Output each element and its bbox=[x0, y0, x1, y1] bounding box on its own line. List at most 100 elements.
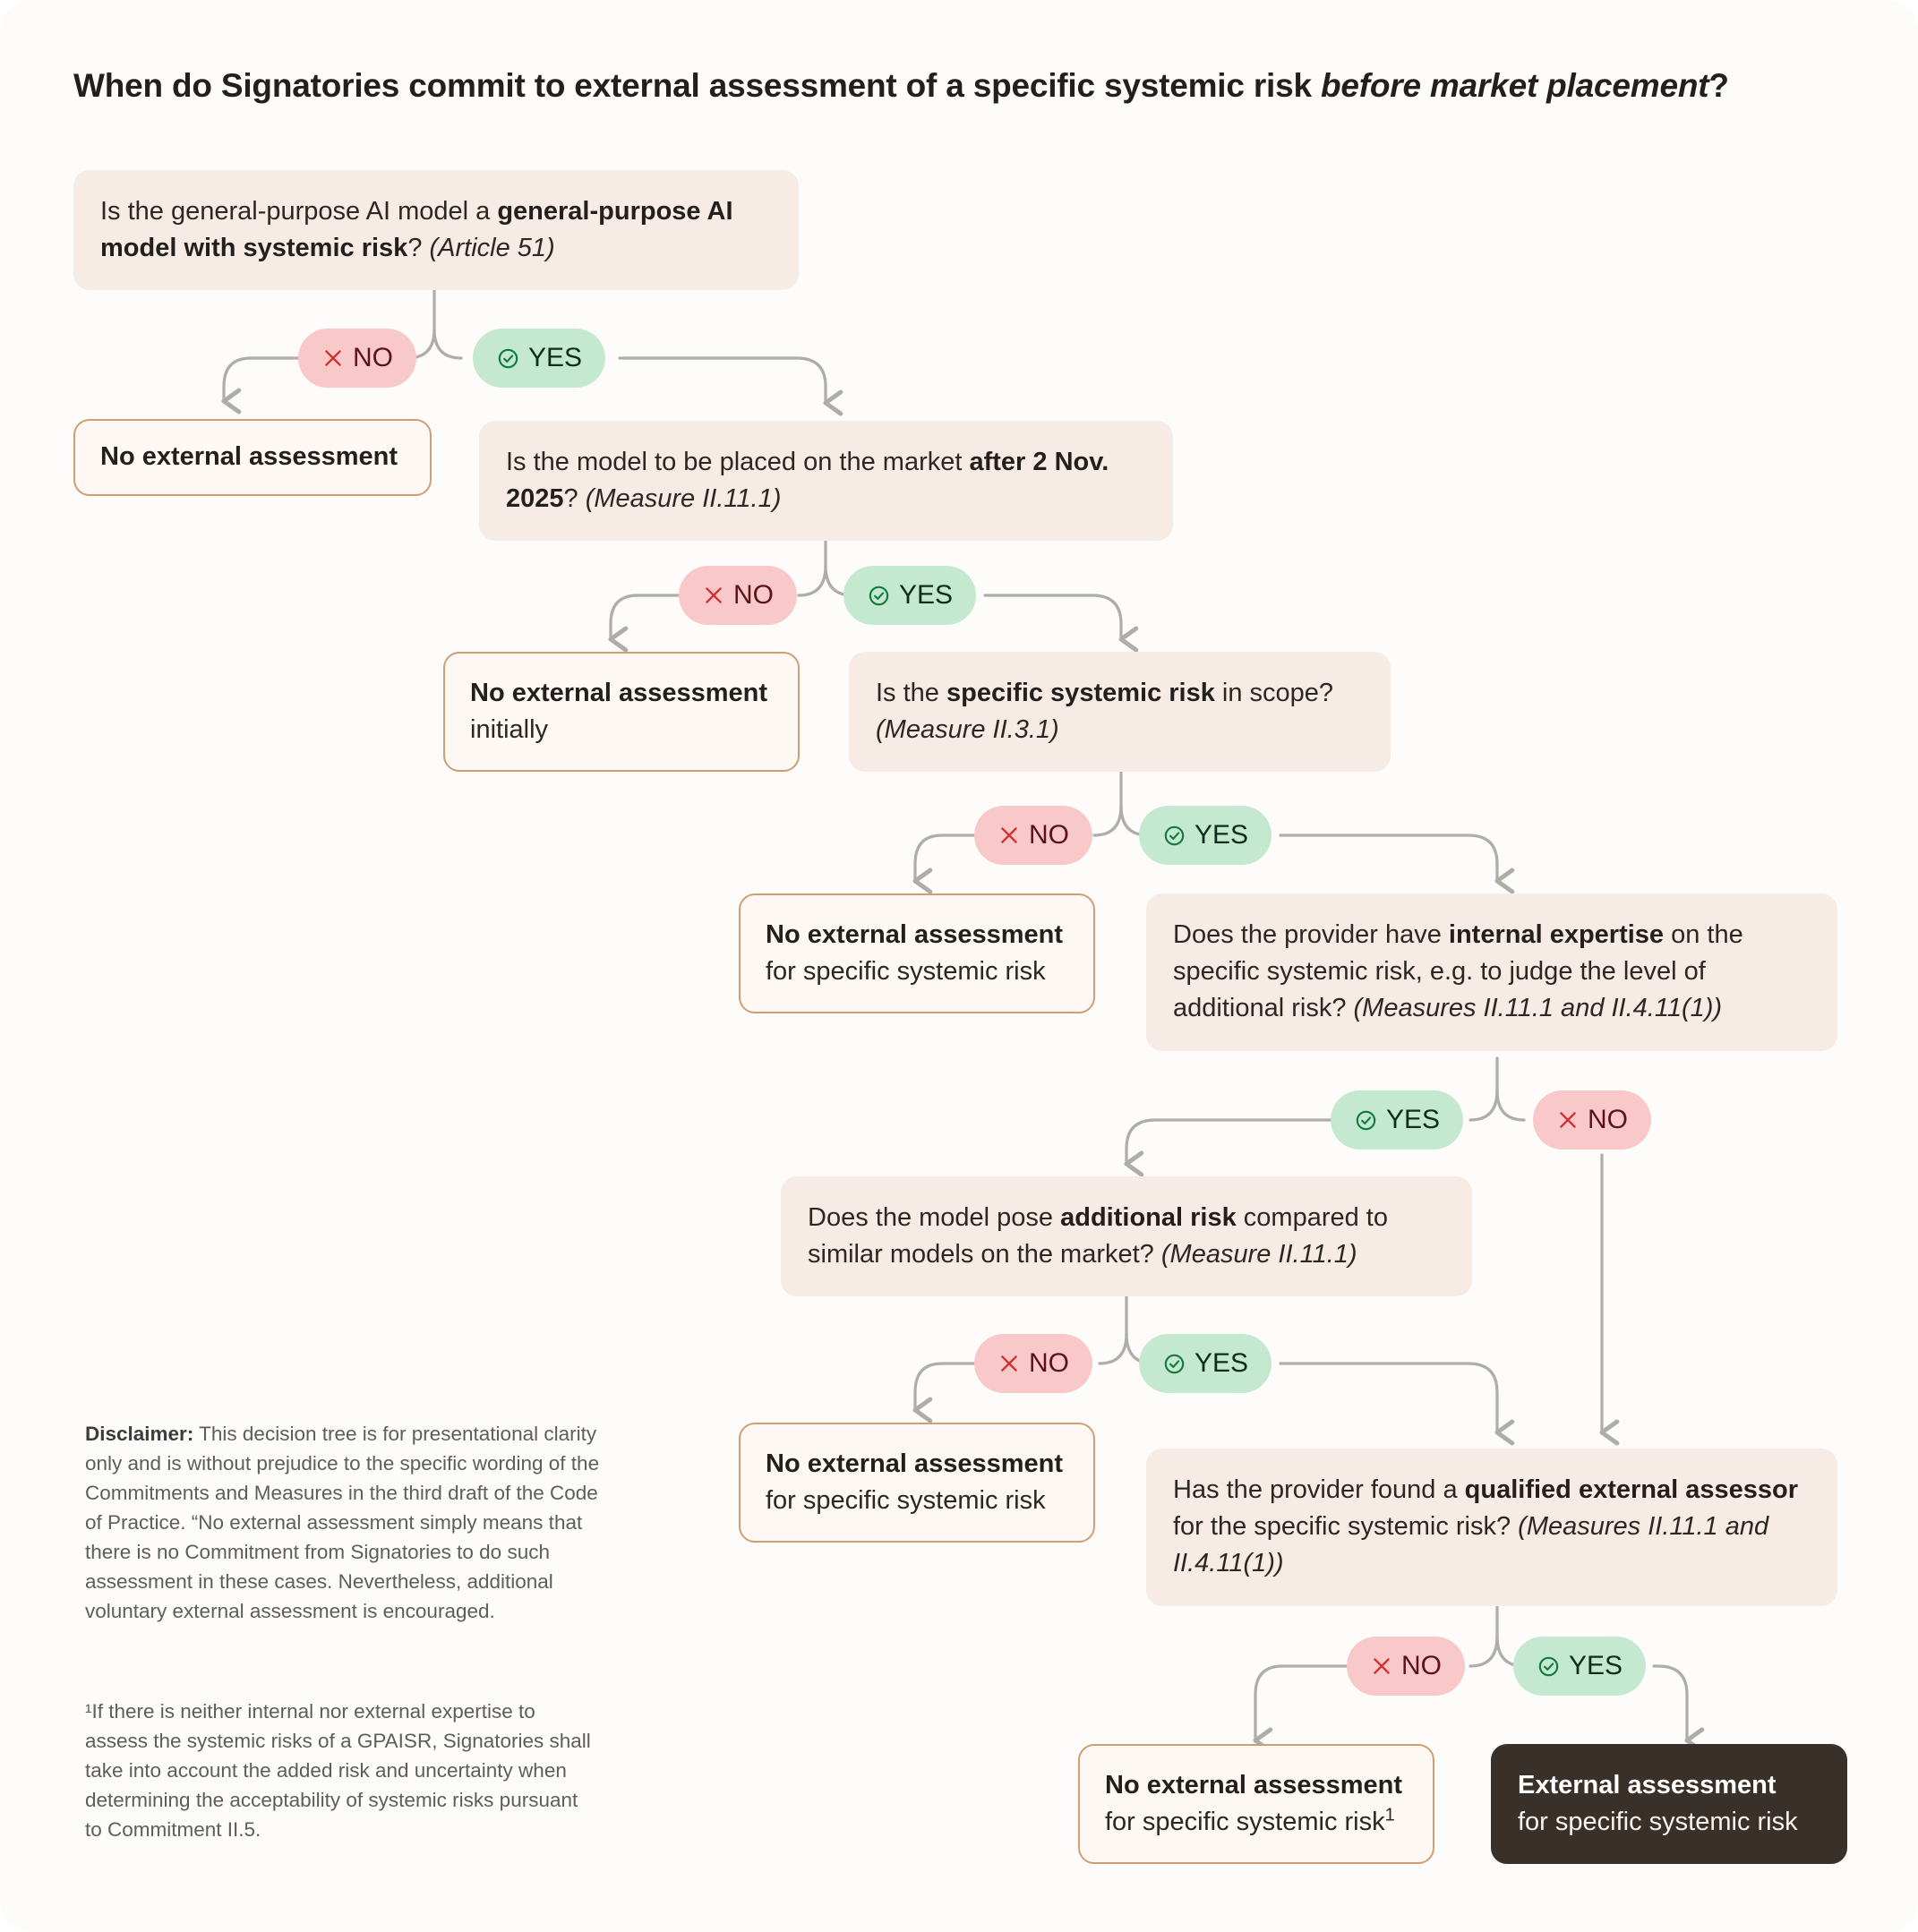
footnote-note: ¹If there is neither internal nor extern… bbox=[85, 1700, 591, 1842]
pill-yes-q1-label: YES bbox=[528, 343, 583, 372]
pill-yes-q2-label: YES bbox=[899, 580, 954, 610]
q2-text-part1: Is the model to be placed on the market bbox=[506, 448, 970, 476]
pill-no-q3-label: NO bbox=[1029, 820, 1069, 850]
q3-text-bold: specific systemic risk bbox=[946, 679, 1215, 707]
pill-no-q2[interactable]: NO bbox=[679, 566, 797, 625]
pill-no-q3[interactable]: NO bbox=[974, 806, 1092, 865]
outcome-box-no-external-assessment-1: No external assessment bbox=[73, 419, 432, 496]
q5-text-bold: additional risk bbox=[1060, 1203, 1237, 1232]
cross-icon bbox=[1374, 1658, 1390, 1674]
pill-yes-q4-label: YES bbox=[1386, 1105, 1441, 1134]
pill-no-q6-label: NO bbox=[1401, 1651, 1442, 1680]
q6-text-bold: qualified external assessor bbox=[1464, 1475, 1798, 1504]
pill-no-q1[interactable]: NO bbox=[298, 329, 416, 388]
link-no1-to-o1 bbox=[224, 356, 300, 401]
link-yes2-to-q3 bbox=[983, 594, 1121, 639]
q5-text-part1: Does the model pose bbox=[808, 1203, 1061, 1232]
q2-reference: (Measure II.11.1) bbox=[585, 484, 782, 514]
question-box-internal-expertise: Does the provider have internal expertis… bbox=[1146, 893, 1837, 1051]
q4-text-bold: internal expertise bbox=[1448, 920, 1665, 949]
q1-reference: (Article 51) bbox=[429, 234, 555, 263]
outcome-box-no-external-assessment-specific-risk-1: No external assessment for specific syst… bbox=[739, 893, 1095, 1014]
o4-headline: No external assessment bbox=[766, 1449, 1064, 1478]
o3-headline: No external assessment bbox=[766, 920, 1064, 949]
q3-text-part2: in scope? bbox=[1214, 679, 1334, 707]
pill-yes-q6-label: YES bbox=[1569, 1651, 1623, 1680]
question-box-systemic-risk-model: Is the general-purpose AI model a genera… bbox=[73, 170, 799, 291]
o4-detail: for specific systemic risk bbox=[766, 1486, 1046, 1516]
cross-icon bbox=[1560, 1112, 1576, 1128]
o2-detail: initially bbox=[470, 715, 549, 745]
q4-text-part1: Does the provider have bbox=[1173, 920, 1449, 949]
cross-icon bbox=[706, 587, 722, 603]
link-no2-to-o2 bbox=[611, 594, 681, 639]
o6-detail: for specific systemic risk bbox=[1518, 1808, 1798, 1837]
link-q5-to-no bbox=[1098, 1332, 1128, 1365]
q6-text-part2: for the specific systemic risk? bbox=[1173, 1512, 1519, 1542]
title-tail: ? bbox=[1708, 67, 1729, 104]
pill-yes-q6[interactable]: YES bbox=[1513, 1637, 1647, 1696]
question-box-market-placement-date: Is the model to be placed on the market … bbox=[479, 421, 1173, 542]
disclaimer-note: Disclaimer: This decision tree is for pr… bbox=[85, 1419, 600, 1626]
outcome-box-external-assessment-final: External assessment for specific systemi… bbox=[1491, 1744, 1847, 1865]
q1-text-part1: Is the general-purpose AI model a bbox=[100, 197, 498, 226]
link-q4-to-yes bbox=[1468, 1089, 1499, 1122]
q3-reference: (Measure II.3.1) bbox=[876, 715, 1059, 745]
title-emphasis: before market placement bbox=[1320, 67, 1709, 104]
o1-headline: No external assessment bbox=[100, 442, 398, 472]
outcome-box-no-external-assessment-specific-risk-footnoted: No external assessment for specific syst… bbox=[1078, 1744, 1434, 1865]
pill-yes-q1[interactable]: YES bbox=[473, 329, 606, 388]
o3-detail: for specific systemic risk bbox=[766, 957, 1046, 987]
cross-icon bbox=[325, 350, 341, 366]
outcome-box-no-external-assessment-specific-risk-2: No external assessment for specific syst… bbox=[739, 1423, 1095, 1543]
pill-yes-q3-label: YES bbox=[1194, 820, 1249, 850]
o6-headline: External assessment bbox=[1518, 1771, 1777, 1799]
title-lead: When do Signatories commit to external a… bbox=[73, 67, 1321, 104]
q1-text-part2: ? bbox=[407, 234, 430, 263]
pill-no-q6[interactable]: NO bbox=[1347, 1637, 1465, 1696]
check-circle-icon bbox=[1164, 1354, 1185, 1373]
pill-yes-q5-label: YES bbox=[1194, 1348, 1249, 1378]
link-yes6-to-o6 bbox=[1652, 1664, 1687, 1740]
link-q4-to-no bbox=[1495, 1089, 1526, 1122]
link-yes4-to-q5 bbox=[1126, 1118, 1332, 1164]
o5-detail: for specific systemic risk bbox=[1105, 1808, 1385, 1837]
o5-footnote-marker: 1 bbox=[1384, 1805, 1395, 1825]
pill-no-q4-label: NO bbox=[1588, 1105, 1628, 1134]
link-q3-to-no bbox=[1092, 804, 1123, 837]
cross-icon bbox=[1001, 827, 1017, 843]
question-box-additional-risk: Does the model pose additional risk comp… bbox=[781, 1176, 1472, 1297]
pill-no-q1-label: NO bbox=[353, 343, 393, 372]
q5-reference: (Measure II.11.1) bbox=[1160, 1240, 1357, 1269]
check-circle-icon bbox=[1164, 825, 1185, 845]
link-yes3-to-q4 bbox=[1279, 833, 1497, 881]
pill-yes-q4[interactable]: YES bbox=[1331, 1090, 1464, 1150]
outcome-box-no-external-assessment-initially: No external assessment initially bbox=[443, 652, 800, 773]
check-circle-icon bbox=[1538, 1656, 1559, 1676]
link-q2-to-no bbox=[797, 564, 827, 597]
disclaimer-body: This decision tree is for presentational… bbox=[85, 1423, 600, 1623]
cross-icon bbox=[1001, 1355, 1017, 1372]
check-circle-icon bbox=[498, 348, 518, 368]
link-no6-to-o5 bbox=[1255, 1664, 1349, 1740]
q3-text-part1: Is the bbox=[876, 679, 946, 707]
link-q1-to-yes bbox=[432, 328, 463, 360]
check-circle-icon bbox=[869, 586, 889, 605]
link-no3-to-o3 bbox=[915, 833, 976, 881]
pill-yes-q5[interactable]: YES bbox=[1139, 1334, 1272, 1393]
question-box-risk-in-scope: Is the specific systemic risk in scope? … bbox=[849, 652, 1391, 773]
pill-yes-q3[interactable]: YES bbox=[1139, 806, 1272, 865]
question-box-qualified-external-assessor: Has the provider found a qualified exter… bbox=[1146, 1449, 1837, 1606]
decision-tree-page: When do Signatories commit to external a… bbox=[0, 0, 1918, 1932]
pill-no-q2-label: NO bbox=[733, 580, 774, 610]
link-yes5-to-q6 bbox=[1279, 1362, 1497, 1432]
pill-no-q5[interactable]: NO bbox=[974, 1334, 1092, 1393]
pill-no-q4[interactable]: NO bbox=[1533, 1090, 1651, 1150]
q6-text-part1: Has the provider found a bbox=[1173, 1475, 1465, 1504]
check-circle-icon bbox=[1356, 1110, 1376, 1130]
q2-text-part2: ? bbox=[563, 484, 586, 514]
o5-detail-line: for specific systemic risk1 bbox=[1105, 1804, 1408, 1841]
o5-headline: No external assessment bbox=[1105, 1771, 1403, 1799]
disclaimer-label: Disclaimer: bbox=[85, 1423, 194, 1445]
pill-yes-q2[interactable]: YES bbox=[843, 566, 977, 625]
